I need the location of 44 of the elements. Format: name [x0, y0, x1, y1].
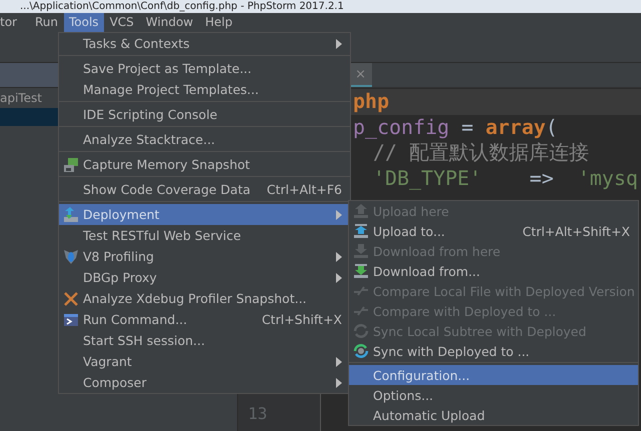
- menu-item[interactable]: Capture Memory Snapshot: [59, 154, 350, 175]
- sync-icon: [353, 343, 369, 359]
- memory-chip-icon: [63, 156, 79, 172]
- window-title: ...\Application\Common\Conf\db_config.php - PhpStorm 2017.2.1: [20, 0, 344, 12]
- menu-item[interactable]: Vagrant: [59, 351, 350, 372]
- menu-item[interactable]: DBGp Proxy: [59, 267, 350, 288]
- menu-item[interactable]: Download from...: [349, 261, 638, 281]
- code-line: p_config = array(: [352, 114, 559, 140]
- menu-item[interactable]: Sync with Deployed to ...: [349, 341, 638, 361]
- sync-icon: [353, 323, 369, 339]
- upload-icon: [353, 223, 369, 239]
- menu-item[interactable]: Window: [140, 13, 200, 32]
- shortcut-label: Ctrl+Alt+Shift+X: [522, 224, 631, 238]
- menu-item[interactable]: Run Command... Ctrl+Shift+X: [59, 309, 350, 330]
- menu-item[interactable]: Analyze Stacktrace...: [59, 129, 350, 150]
- menu-item[interactable]: Test RESTful Web Service: [59, 225, 350, 246]
- upload-arrow-icon: [63, 206, 79, 222]
- menu-item[interactable]: Tasks & Contexts: [59, 33, 350, 54]
- menu-item[interactable]: Help: [199, 13, 238, 32]
- menu-item[interactable]: Upload to... Ctrl+Alt+Shift+X: [349, 221, 638, 241]
- menu-item[interactable]: Composer: [59, 372, 350, 393]
- download-icon: [353, 243, 369, 259]
- shortcut-label: Ctrl+Alt+F6: [266, 182, 343, 197]
- menu-item[interactable]: Automatic Upload: [349, 405, 638, 425]
- cross-icon: [63, 290, 79, 306]
- upload-icon: [353, 203, 369, 219]
- menu-item[interactable]: Start SSH session...: [59, 330, 350, 351]
- menu-item[interactable]: VCS: [104, 13, 140, 32]
- menu-item[interactable]: Analyze Xdebug Profiler Snapshot...: [59, 288, 350, 309]
- download-icon: [353, 263, 369, 279]
- menu-item[interactable]: Configuration...: [349, 365, 638, 385]
- menu-item[interactable]: Options...: [349, 385, 638, 405]
- menu-item[interactable]: Show Code Coverage Data Ctrl+Alt+F6: [59, 179, 350, 200]
- menu-item[interactable]: Deployment: [59, 204, 350, 225]
- menu-item[interactable]: tor: [0, 13, 23, 32]
- shield-icon: [63, 248, 79, 264]
- menu-item[interactable]: Tools: [64, 13, 104, 32]
- menu-item[interactable]: Run: [28, 13, 64, 32]
- menu-item[interactable]: Save Project as Template...: [59, 58, 350, 79]
- code-line: // 配置默认数据库连接: [372, 140, 590, 166]
- shortcut-label: Ctrl+Shift+X: [262, 312, 343, 327]
- menu-item[interactable]: IDE Scripting Console: [59, 104, 350, 125]
- menu-item[interactable]: V8 Profiling: [59, 246, 350, 267]
- terminal-icon: [63, 312, 79, 328]
